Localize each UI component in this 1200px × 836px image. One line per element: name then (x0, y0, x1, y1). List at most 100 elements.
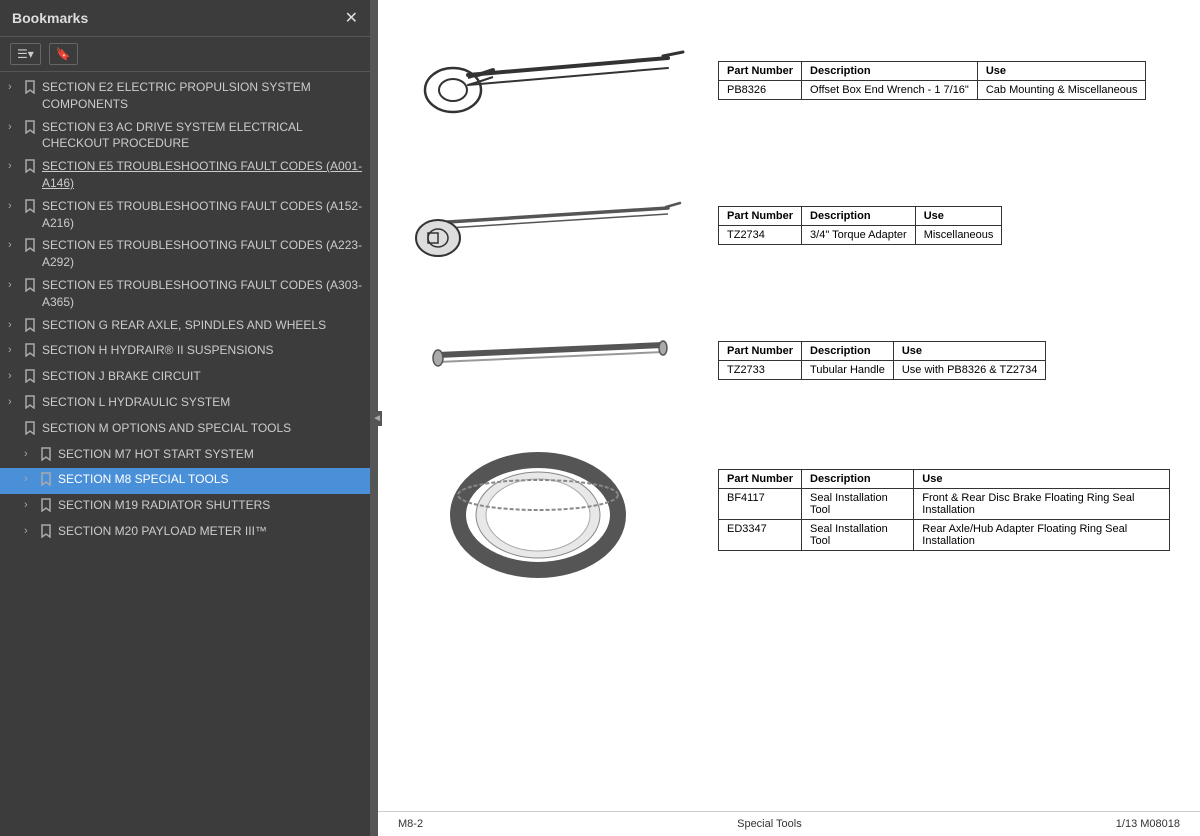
tool-image-3 (408, 310, 688, 410)
expand-icon-e5-a303[interactable]: › (8, 278, 24, 293)
tool-row-2: Part Number Description Use TZ2734 3/4" … (408, 170, 1170, 280)
page-footer: M8-2 Special Tools 1/13 M08018 (378, 811, 1200, 836)
sidebar-header: Bookmarks ✕ (0, 0, 370, 37)
sidebar-item-e5-a303[interactable]: › SECTION E5 TROUBLESHOOTING FAULT CODES … (0, 274, 370, 314)
footer-page-id: M8-2 (398, 818, 423, 830)
sidebar-item-j[interactable]: › SECTION J BRAKE CIRCUIT (0, 365, 370, 391)
expand-icon-j[interactable]: › (8, 369, 24, 384)
col-header-use-1: Use (977, 61, 1146, 80)
bookmark-text-e2: SECTION E2 ELECTRIC PROPULSION SYSTEM CO… (42, 79, 364, 113)
expand-icon-g[interactable]: › (8, 318, 24, 333)
footer-section: Special Tools (737, 818, 802, 830)
bookmark-text-e3: SECTION E3 AC DRIVE SYSTEM ELECTRICAL CH… (42, 119, 364, 153)
sidebar-toolbar: ☰▾ 🔖 (0, 37, 370, 72)
page-area: Part Number Description Use PB8326 Offse… (378, 0, 1200, 811)
expand-icon-m20[interactable]: › (24, 524, 40, 539)
part-number-1: PB8326 (719, 80, 802, 99)
description-2: 3/4" Torque Adapter (802, 225, 916, 244)
tool-image-2 (408, 170, 688, 280)
bookmark-icon-e5-a303 (24, 278, 38, 297)
bookmark-icon-h (24, 343, 38, 362)
bookmark-icon-e5-a152 (24, 199, 38, 218)
bookmark-icon-j (24, 369, 38, 388)
tool-row-1: Part Number Description Use PB8326 Offse… (408, 20, 1170, 140)
sidebar-item-m[interactable]: SECTION M OPTIONS AND SPECIAL TOOLS (0, 417, 370, 443)
bookmark-text-m7: SECTION M7 HOT START SYSTEM (58, 446, 364, 463)
tool-table-1: Part Number Description Use PB8326 Offse… (718, 61, 1146, 100)
expand-icon-e2[interactable]: › (8, 80, 24, 95)
expand-icon-e5-a001[interactable]: › (8, 159, 24, 174)
description-1: Offset Box End Wrench - 1 7/16" (802, 80, 978, 99)
bookmark-icon-m8 (40, 472, 54, 491)
description-4b: Seal Installation Tool (802, 520, 914, 551)
bookmark-icon-m7 (40, 447, 54, 466)
divider-handle[interactable] (370, 0, 378, 836)
sidebar-item-m8[interactable]: › SECTION M8 SPECIAL TOOLS (0, 468, 370, 494)
sidebar-item-e5-a152[interactable]: › SECTION E5 TROUBLESHOOTING FAULT CODES … (0, 195, 370, 235)
description-3: Tubular Handle (802, 360, 894, 379)
sidebar: Bookmarks ✕ ☰▾ 🔖 › SECTION E2 ELECTRIC PR… (0, 0, 370, 836)
table-row: TZ2733 Tubular Handle Use with PB8326 & … (719, 360, 1046, 379)
bookmark-text-m8: SECTION M8 SPECIAL TOOLS (58, 471, 364, 488)
bookmark-icon-m (24, 421, 38, 440)
table-row: PB8326 Offset Box End Wrench - 1 7/16" C… (719, 80, 1146, 99)
sidebar-close-button[interactable]: ✕ (345, 8, 358, 28)
bookmark-text-m19: SECTION M19 RADIATOR SHUTTERS (58, 497, 364, 514)
tool-image-1 (408, 20, 688, 140)
bookmark-text-e5-a303: SECTION E5 TROUBLESHOOTING FAULT CODES (… (42, 277, 364, 311)
sidebar-item-e5-a001[interactable]: › SECTION E5 TROUBLESHOOTING FAULT CODES … (0, 155, 370, 195)
bookmark-icon-e5-a223 (24, 238, 38, 257)
expand-icon-h[interactable]: › (8, 343, 24, 358)
use-3: Use with PB8326 & TZ2734 (893, 360, 1046, 379)
toolbar-bookmark-button[interactable]: 🔖 (49, 43, 78, 65)
expand-icon-e5-a223[interactable]: › (8, 238, 24, 253)
sidebar-title: Bookmarks (12, 10, 88, 26)
bookmark-text-e5-a152: SECTION E5 TROUBLESHOOTING FAULT CODES (… (42, 198, 364, 232)
tool-table-2: Part Number Description Use TZ2734 3/4" … (718, 206, 1002, 245)
col-header-use-2: Use (915, 206, 1002, 225)
sidebar-item-m7[interactable]: › SECTION M7 HOT START SYSTEM (0, 443, 370, 469)
expand-icon-m7[interactable]: › (24, 447, 40, 462)
sidebar-item-e2[interactable]: › SECTION E2 ELECTRIC PROPULSION SYSTEM C… (0, 76, 370, 116)
sidebar-item-l[interactable]: › SECTION L HYDRAULIC SYSTEM (0, 391, 370, 417)
bookmark-text-l: SECTION L HYDRAULIC SYSTEM (42, 394, 364, 411)
bookmark-text-e5-a001: SECTION E5 TROUBLESHOOTING FAULT CODES (… (42, 158, 364, 192)
tool-drawing-1 (408, 20, 688, 140)
bookmark-text-m20: SECTION M20 PAYLOAD METER III™ (58, 523, 364, 540)
sidebar-item-m19[interactable]: › SECTION M19 RADIATOR SHUTTERS (0, 494, 370, 520)
col-header-partnumber-3: Part Number (719, 341, 802, 360)
part-number-4b: ED3347 (719, 520, 802, 551)
bookmark-text-e5-a223: SECTION E5 TROUBLESHOOTING FAULT CODES (… (42, 237, 364, 271)
col-header-partnumber-1: Part Number (719, 61, 802, 80)
use-4b: Rear Axle/Hub Adapter Floating Ring Seal… (914, 520, 1170, 551)
bookmark-icon-g (24, 318, 38, 337)
part-number-3: TZ2733 (719, 360, 802, 379)
col-header-use-3: Use (893, 341, 1046, 360)
col-header-partnumber-2: Part Number (719, 206, 802, 225)
tool-image-4 (408, 440, 688, 580)
expand-icon-l[interactable]: › (8, 395, 24, 410)
bookmark-icon-e2 (24, 80, 38, 99)
col-header-description-3: Description (802, 341, 894, 360)
tool-table-3: Part Number Description Use TZ2733 Tubul… (718, 341, 1046, 380)
use-2: Miscellaneous (915, 225, 1002, 244)
sidebar-item-e5-a223[interactable]: › SECTION E5 TROUBLESHOOTING FAULT CODES … (0, 234, 370, 274)
toolbar-menu-button[interactable]: ☰▾ (10, 43, 41, 65)
sidebar-item-e3[interactable]: › SECTION E3 AC DRIVE SYSTEM ELECTRICAL C… (0, 116, 370, 156)
col-header-use-4: Use (914, 470, 1170, 489)
expand-icon-e5-a152[interactable]: › (8, 199, 24, 214)
bookmark-text-h: SECTION H HYDRAIR® II SUSPENSIONS (42, 342, 364, 359)
tool-drawing-2 (408, 170, 688, 280)
expand-icon-m19[interactable]: › (24, 498, 40, 513)
bookmarks-list: › SECTION E2 ELECTRIC PROPULSION SYSTEM C… (0, 72, 370, 836)
sidebar-item-m20[interactable]: › SECTION M20 PAYLOAD METER III™ (0, 520, 370, 546)
tool-table-4: Part Number Description Use BF4117 Seal … (718, 469, 1170, 551)
expand-icon-e3[interactable]: › (8, 120, 24, 135)
col-header-partnumber-4: Part Number (719, 470, 802, 489)
expand-icon-m8[interactable]: › (24, 472, 40, 487)
bookmark-icon-m19 (40, 498, 54, 517)
bookmark-icon-e5-a001 (24, 159, 38, 178)
sidebar-item-h[interactable]: › SECTION H HYDRAIR® II SUSPENSIONS (0, 339, 370, 365)
bookmark-text-j: SECTION J BRAKE CIRCUIT (42, 368, 364, 385)
sidebar-item-g[interactable]: ›SECTION G REAR AXLE, SPINDLES AND WHEEL… (0, 314, 370, 340)
